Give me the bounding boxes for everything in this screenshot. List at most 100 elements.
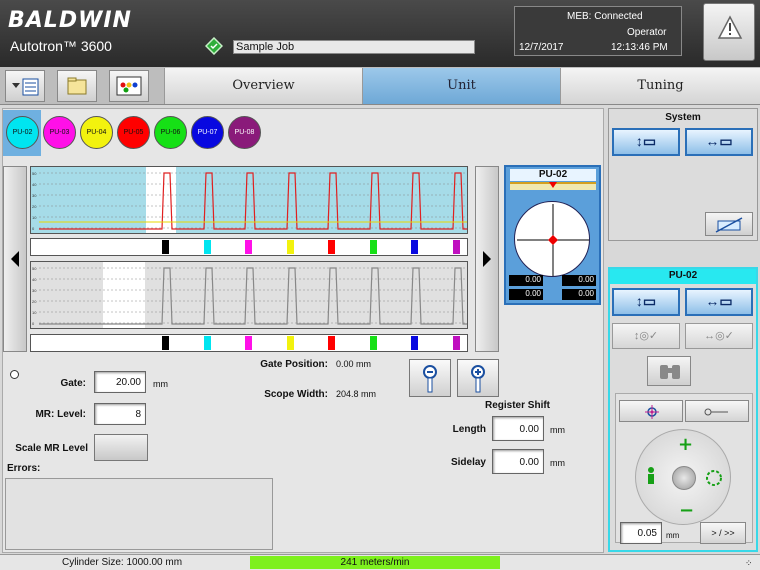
jog-wheel[interactable]: + − bbox=[635, 429, 731, 525]
scope-trace bbox=[39, 172, 467, 230]
register-mark bbox=[245, 336, 252, 350]
step-size-unit: mm bbox=[666, 531, 680, 540]
length-field[interactable]: 0.00 bbox=[492, 416, 544, 441]
gate-position-label: Gate Position: bbox=[260, 359, 328, 370]
register-mark bbox=[411, 336, 418, 350]
scroll-left-button[interactable] bbox=[3, 166, 27, 352]
arrow-left-icon bbox=[11, 251, 19, 267]
list-menu-icon bbox=[12, 78, 39, 96]
auto-off-icon bbox=[715, 217, 743, 233]
gate-position-value: 0.00 mm bbox=[336, 359, 372, 369]
status-panel: MEB: Connected Operator 12/7/2017 12:13:… bbox=[514, 6, 682, 56]
unit-circ-motor-button[interactable]: ↕◎✓ bbox=[612, 323, 680, 349]
binoculars-icon bbox=[660, 365, 680, 379]
sidelay-field[interactable]: 0.00 bbox=[492, 449, 544, 474]
register-mark bbox=[328, 240, 335, 254]
sidelay-label: Sidelay bbox=[450, 457, 486, 468]
register-view-title: PU-02 bbox=[510, 169, 596, 181]
register-mark bbox=[370, 336, 377, 350]
gear-side-icon bbox=[706, 470, 722, 486]
zoom-in-button[interactable] bbox=[457, 359, 499, 397]
gate-unit: mm bbox=[153, 379, 168, 389]
system-auto-toggle-button[interactable] bbox=[705, 212, 753, 236]
brand-logo: BALDWIN bbox=[8, 8, 132, 33]
mr-level-label: MR: Level: bbox=[35, 409, 86, 420]
unit-button-pu-05[interactable]: PU-05 bbox=[117, 116, 150, 149]
scope-tick-label: 10 bbox=[32, 215, 37, 220]
jog-plus-icon: + bbox=[678, 434, 693, 455]
register-mark bbox=[328, 336, 335, 350]
unit-lateral-button[interactable]: ↔▭ bbox=[685, 288, 753, 316]
scope-tick-label: 0 bbox=[32, 321, 35, 326]
system-title: System bbox=[665, 112, 701, 123]
mark-strip-upper bbox=[30, 238, 468, 256]
open-folder-button[interactable] bbox=[57, 70, 97, 102]
alarm-button[interactable] bbox=[703, 3, 755, 61]
job-diamond-icon[interactable] bbox=[204, 36, 224, 56]
readout-4: 0.00 bbox=[562, 289, 596, 300]
register-mark bbox=[245, 240, 252, 254]
register-mark bbox=[453, 240, 460, 254]
jog-symbols: + − bbox=[648, 434, 722, 521]
scope-tick-label: 10 bbox=[32, 310, 37, 315]
color-units-button[interactable] bbox=[109, 70, 149, 102]
system-lateral-button[interactable]: ↔▭ bbox=[685, 128, 753, 156]
unit-button-pu-04[interactable]: PU-04 bbox=[80, 116, 113, 149]
register-target bbox=[514, 201, 590, 277]
scale-mr-level-button[interactable] bbox=[94, 434, 148, 461]
system-panel: System ↕▭ ↔▭ bbox=[608, 108, 758, 241]
scope-tick-label: 50 bbox=[32, 171, 37, 176]
unit-button-pu-08[interactable]: PU-08 bbox=[228, 116, 261, 149]
scope-tick-label: 30 bbox=[32, 288, 37, 293]
unit-button-pu-03[interactable]: PU-03 bbox=[43, 116, 76, 149]
target-mode-button[interactable] bbox=[619, 400, 683, 422]
scope-lower: 50 40 30 20 10 0 bbox=[30, 261, 468, 329]
step-toggle-button[interactable]: > / >> bbox=[700, 522, 746, 544]
connection-status: MEB: Connected bbox=[567, 11, 643, 22]
unit-circumferential-button[interactable]: ↕▭ bbox=[612, 288, 680, 316]
cylinder-size: Cylinder Size: 1000.00 mm bbox=[62, 557, 183, 568]
register-mark bbox=[370, 240, 377, 254]
job-name-field[interactable]: Sample Job bbox=[233, 40, 475, 54]
scope-tick-label: 0 bbox=[32, 226, 35, 231]
length-unit: mm bbox=[550, 425, 565, 435]
date-readout: 12/7/2017 bbox=[519, 42, 564, 53]
scope-tick-label: 40 bbox=[32, 277, 37, 282]
arrow-right-icon bbox=[483, 251, 491, 267]
scope-width-label: Scope Width: bbox=[264, 389, 328, 400]
register-view-panel: PU-02 0.00 0.00 0.00 0.00 bbox=[504, 165, 601, 305]
register-mark bbox=[287, 336, 294, 350]
step-size-field[interactable]: 0.05 bbox=[620, 522, 662, 544]
unit-button-pu-07[interactable]: PU-07 bbox=[191, 116, 224, 149]
menu-list-button[interactable] bbox=[5, 70, 45, 102]
scope-tick-label: 40 bbox=[32, 182, 37, 187]
register-mark bbox=[162, 336, 169, 350]
unit-button-pu-02[interactable]: PU-02 bbox=[6, 116, 39, 149]
gate-field[interactable]: 20.00 bbox=[94, 371, 146, 393]
binoculars-button[interactable] bbox=[647, 356, 691, 386]
scroll-right-button[interactable] bbox=[475, 166, 499, 352]
register-shift-title: Register Shift bbox=[485, 400, 551, 411]
scope-tick-label: 20 bbox=[32, 204, 37, 209]
resize-grip-icon: ⁘ bbox=[745, 558, 753, 568]
mark-strip-lower bbox=[30, 334, 468, 352]
unit-lat-motor-button[interactable]: ↔◎✓ bbox=[685, 323, 753, 349]
motor-mode-button[interactable] bbox=[685, 400, 749, 422]
press-speed: 241 meters/min bbox=[250, 556, 500, 569]
register-mark bbox=[453, 336, 460, 350]
mr-level-field[interactable]: 8 bbox=[94, 403, 146, 425]
unit-control-panel: PU-02 ↕▭ ↔▭ ↕◎✓ ↔◎✓ + − 0.05 mm > / >> bbox=[608, 267, 758, 552]
zoom-out-button[interactable] bbox=[409, 359, 451, 397]
errors-box bbox=[5, 478, 273, 550]
register-mark bbox=[411, 240, 418, 254]
tab-overview[interactable]: Overview bbox=[164, 68, 362, 104]
zoom-in-icon bbox=[471, 365, 485, 393]
tab-unit[interactable]: Unit bbox=[362, 68, 560, 104]
readout-2: 0.00 bbox=[562, 275, 596, 286]
unit-button-pu-06[interactable]: PU-06 bbox=[154, 116, 187, 149]
register-mark bbox=[162, 240, 169, 254]
tab-tuning[interactable]: Tuning bbox=[560, 68, 760, 104]
radio-gate[interactable] bbox=[10, 370, 19, 379]
scope-width-value: 204.8 mm bbox=[336, 389, 377, 399]
system-circumferential-button[interactable]: ↕▭ bbox=[612, 128, 680, 156]
